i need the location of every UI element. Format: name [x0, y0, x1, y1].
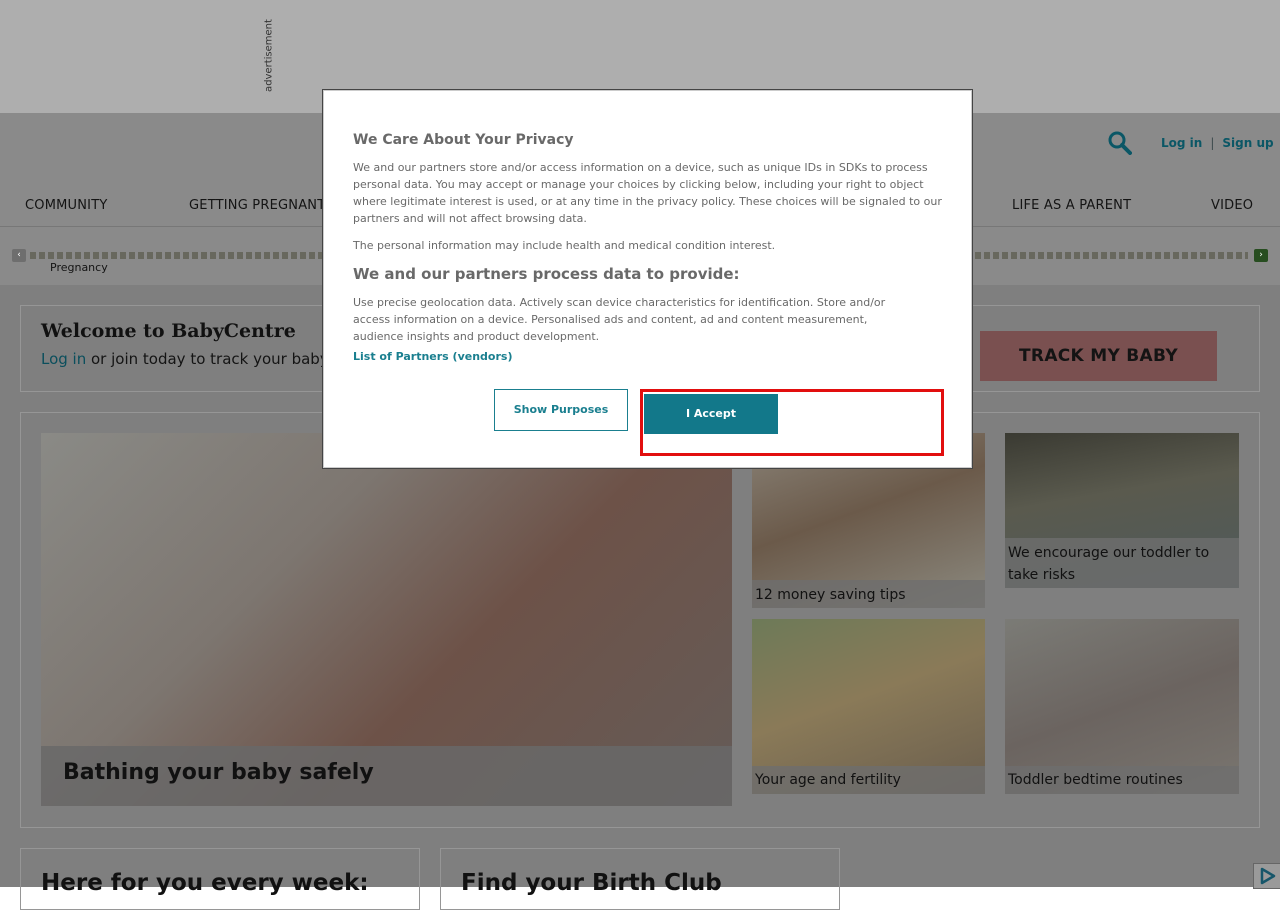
nav-item-getting-pregnant[interactable]: GETTING PREGNANT [189, 198, 325, 213]
card-caption: 12 money saving tips [755, 587, 906, 603]
dialog-subheading: We and our partners process data to prov… [353, 265, 740, 283]
dialog-paragraph: We and our partners store and/or access … [353, 161, 942, 225]
login-link[interactable]: Log in [1161, 136, 1202, 150]
nav-item-life-as-a-parent[interactable]: LIFE AS A PARENT [1012, 198, 1131, 213]
nav-item-community[interactable]: COMMUNITY [25, 198, 108, 213]
article-card[interactable]: We encourage our toddler to take risks [1005, 433, 1239, 588]
dialog-paragraph: Use precise geolocation data. Actively s… [353, 296, 886, 343]
article-card[interactable]: Toddler bedtime routines [1005, 619, 1239, 794]
birth-club-title: Find your Birth Club [461, 870, 722, 896]
card-caption: Toddler bedtime routines [1008, 772, 1183, 788]
welcome-subtitle: Log in or join today to track your baby [41, 350, 329, 368]
welcome-text: or join today to track your baby [86, 350, 329, 368]
welcome-title: Welcome to BabyCentre [41, 320, 296, 342]
hero-article[interactable]: Bathing your baby safely [41, 433, 732, 806]
highlight-box [640, 389, 944, 456]
advertisement-label: advertisement [263, 19, 275, 92]
show-purposes-button[interactable]: Show Purposes [494, 389, 628, 431]
article-card[interactable]: Your age and fertility [752, 619, 985, 794]
dialog-paragraph: The personal information may include hea… [353, 239, 776, 252]
weekly-title: Here for you every week: [41, 870, 369, 896]
auth-links: Log in | Sign up [1161, 136, 1274, 150]
nav-item-video[interactable]: VIDEO [1211, 198, 1253, 213]
card-caption: Your age and fertility [755, 772, 901, 788]
signup-link[interactable]: Sign up [1222, 136, 1273, 150]
card-caption: We encourage our toddler to take risks [1008, 545, 1210, 583]
chevron-right-icon[interactable]: › [1254, 249, 1268, 262]
track-my-baby-button[interactable]: TRACK MY BABY [980, 331, 1217, 381]
adchoices-icon[interactable] [1253, 863, 1280, 889]
hero-caption: Bathing your baby safely [63, 760, 374, 785]
auth-separator: | [1210, 136, 1215, 150]
welcome-login-link[interactable]: Log in [41, 350, 86, 368]
timeline-label: Pregnancy [50, 261, 108, 274]
search-icon[interactable] [1108, 131, 1132, 155]
dialog-title: We Care About Your Privacy [353, 132, 574, 148]
chevron-left-icon[interactable]: ‹ [12, 249, 26, 262]
partners-link[interactable]: List of Partners (vendors) [353, 350, 512, 363]
